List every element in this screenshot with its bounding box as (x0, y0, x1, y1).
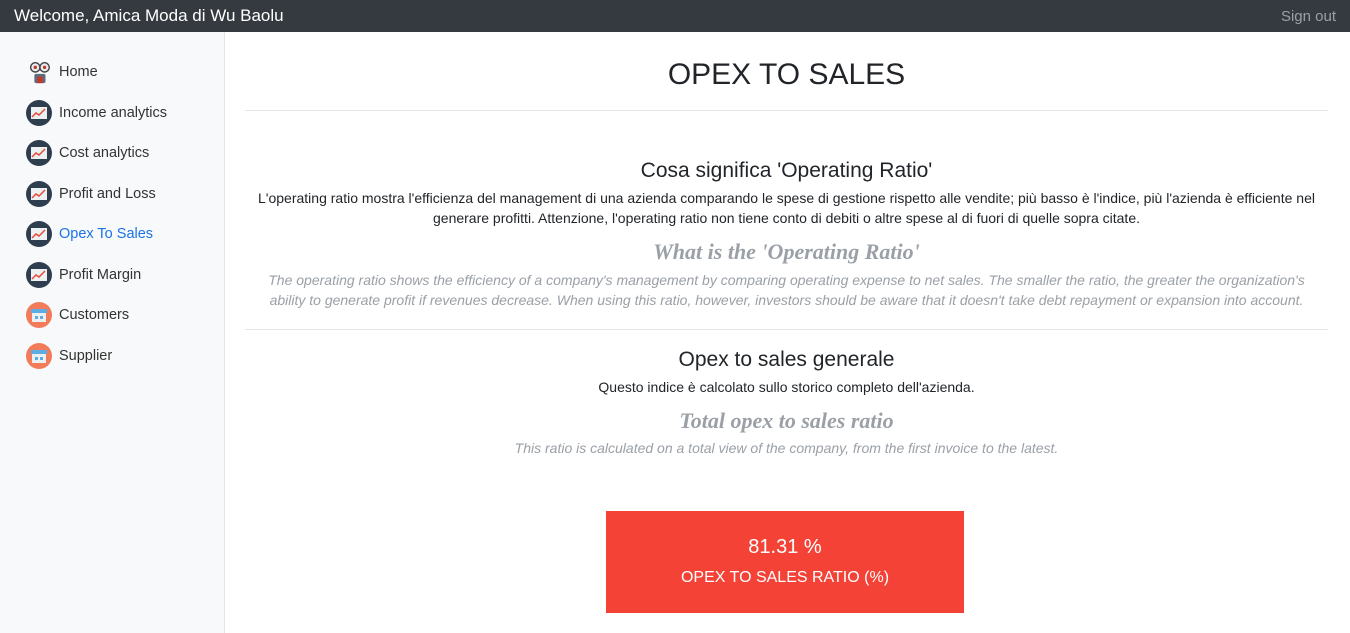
sidebar: Home Income analytics Cost analytics Pro… (0, 32, 225, 633)
home-icon (26, 59, 52, 85)
sidebar-item-label: Income analytics (59, 104, 167, 121)
definition-body-it: L'operating ratio mostra l'efficienza de… (258, 190, 1315, 226)
opex-ratio-card: 81.31 % OPEX TO SALES RATIO (%) (606, 511, 964, 613)
sidebar-item-label: Cost analytics (59, 145, 150, 162)
opex-ratio-label: OPEX TO SALES RATIO (%) (680, 569, 890, 586)
general-body-it: Questo indice è calcolato sullo storico … (598, 379, 975, 395)
sidebar-item-label: Supplier (59, 347, 113, 364)
general-title-en: Total opex to sales ratio (679, 408, 894, 433)
chart-icon (26, 261, 52, 288)
chart-icon (26, 99, 52, 126)
general-body-en: This ratio is calculated on a total view… (514, 440, 1059, 456)
sign-out-link[interactable]: Sign out (1281, 8, 1336, 25)
sidebar-item-label: Customers (59, 307, 130, 324)
sidebar-item-label: Opex To Sales (59, 226, 154, 243)
definition-title-it: Cosa significa 'Operating Ratio' (640, 159, 933, 182)
sidebar-item-supplier[interactable]: Supplier (0, 336, 224, 377)
general-title-it: Opex to sales generale (678, 348, 895, 371)
shop-icon (26, 302, 52, 329)
chart-icon (26, 180, 52, 207)
page-title: OPEX TO SALES (667, 58, 906, 91)
sidebar-item-cost-analytics[interactable]: Cost analytics (0, 133, 224, 174)
top-navbar: Welcome, Amica Moda di Wu Baolu Sign out (0, 0, 1350, 32)
chart-icon (26, 140, 52, 167)
divider (245, 329, 1328, 330)
definition-title-en: What is the 'Operating Ratio' (653, 239, 920, 264)
sidebar-item-home[interactable]: Home (0, 52, 224, 93)
main-content: OPEX TO SALES Cosa significa 'Operating … (245, 32, 1328, 613)
sidebar-item-label: Profit and Loss (59, 185, 156, 202)
shop-icon (26, 342, 52, 369)
chart-icon (26, 221, 52, 248)
sidebar-item-customers[interactable]: Customers (0, 295, 224, 336)
sidebar-item-profit-and-loss[interactable]: Profit and Loss (0, 174, 224, 215)
opex-ratio-value: 81.31 % (748, 536, 822, 558)
sidebar-item-label: Profit Margin (59, 266, 142, 283)
welcome-title: Welcome, Amica Moda di Wu Baolu (14, 6, 284, 25)
sidebar-item-profit-margin[interactable]: Profit Margin (0, 255, 224, 296)
definition-body-en: The operating ratio shows the efficiency… (268, 272, 1305, 308)
sidebar-item-opex-to-sales[interactable]: Opex To Sales (0, 214, 224, 255)
sidebar-item-income-analytics[interactable]: Income analytics (0, 93, 224, 134)
sidebar-item-label: Home (59, 64, 98, 81)
